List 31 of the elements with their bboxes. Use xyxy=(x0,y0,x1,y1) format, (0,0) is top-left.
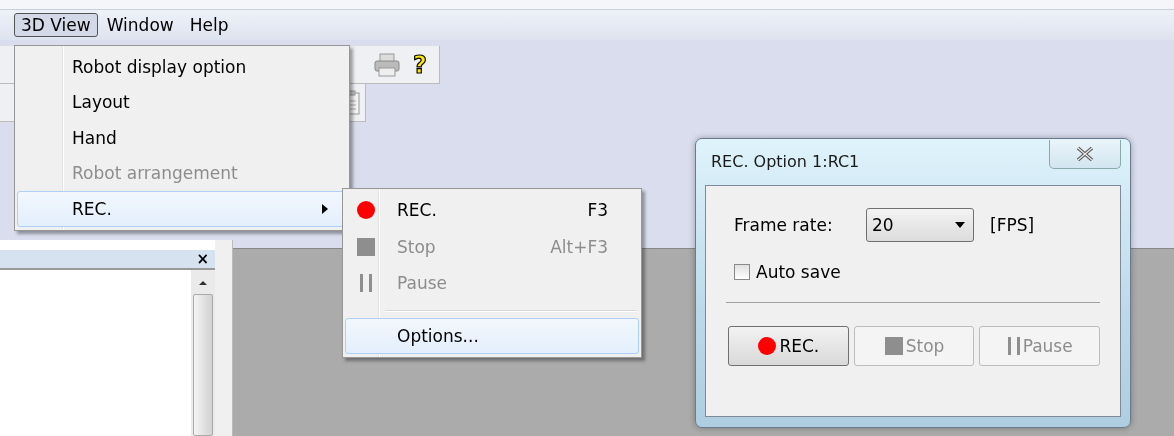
dialog-button[interactable]: REC. xyxy=(728,326,849,366)
pause-icon xyxy=(1006,336,1021,356)
dialog-title: REC. Option 1:RC1 xyxy=(711,152,860,171)
pause-icon xyxy=(359,273,373,294)
field-label: Frame rate: xyxy=(734,215,834,235)
checkbox[interactable] xyxy=(734,264,750,280)
menu-item[interactable]: Options... xyxy=(345,317,639,354)
shortcut-label: F3 xyxy=(587,200,608,221)
menu-bar-item[interactable]: Window xyxy=(99,13,181,37)
checkbox-label: Auto save xyxy=(756,262,841,282)
menu-item[interactable]: Layout xyxy=(17,84,347,120)
record-icon xyxy=(757,336,778,356)
scroll-up-icon[interactable] xyxy=(198,280,208,286)
shortcut-label: Alt+F3 xyxy=(550,236,608,257)
unit-label: [FPS] xyxy=(990,215,1035,235)
frame-rate-dropdown[interactable]: 20 xyxy=(866,208,974,242)
close-button[interactable]: × xyxy=(196,250,209,268)
printer-icon[interactable] xyxy=(373,51,402,78)
stop-icon xyxy=(356,236,376,257)
dropdown-arrow-icon xyxy=(955,222,965,228)
close-button[interactable] xyxy=(1049,140,1121,169)
menu-bar-item[interactable]: 3D View xyxy=(14,13,98,37)
menu-item[interactable]: Hand xyxy=(17,120,347,156)
splitter[interactable] xyxy=(215,240,233,436)
menu-bar-item[interactable]: Help xyxy=(182,13,236,37)
scroll-thumb[interactable] xyxy=(193,294,213,436)
record-icon xyxy=(356,200,376,221)
menu-item[interactable]: Robot display option xyxy=(17,49,347,85)
scroll-bar[interactable] xyxy=(191,270,215,436)
stop-icon xyxy=(883,336,904,356)
menu-item[interactable]: REC. F3 xyxy=(345,192,639,229)
